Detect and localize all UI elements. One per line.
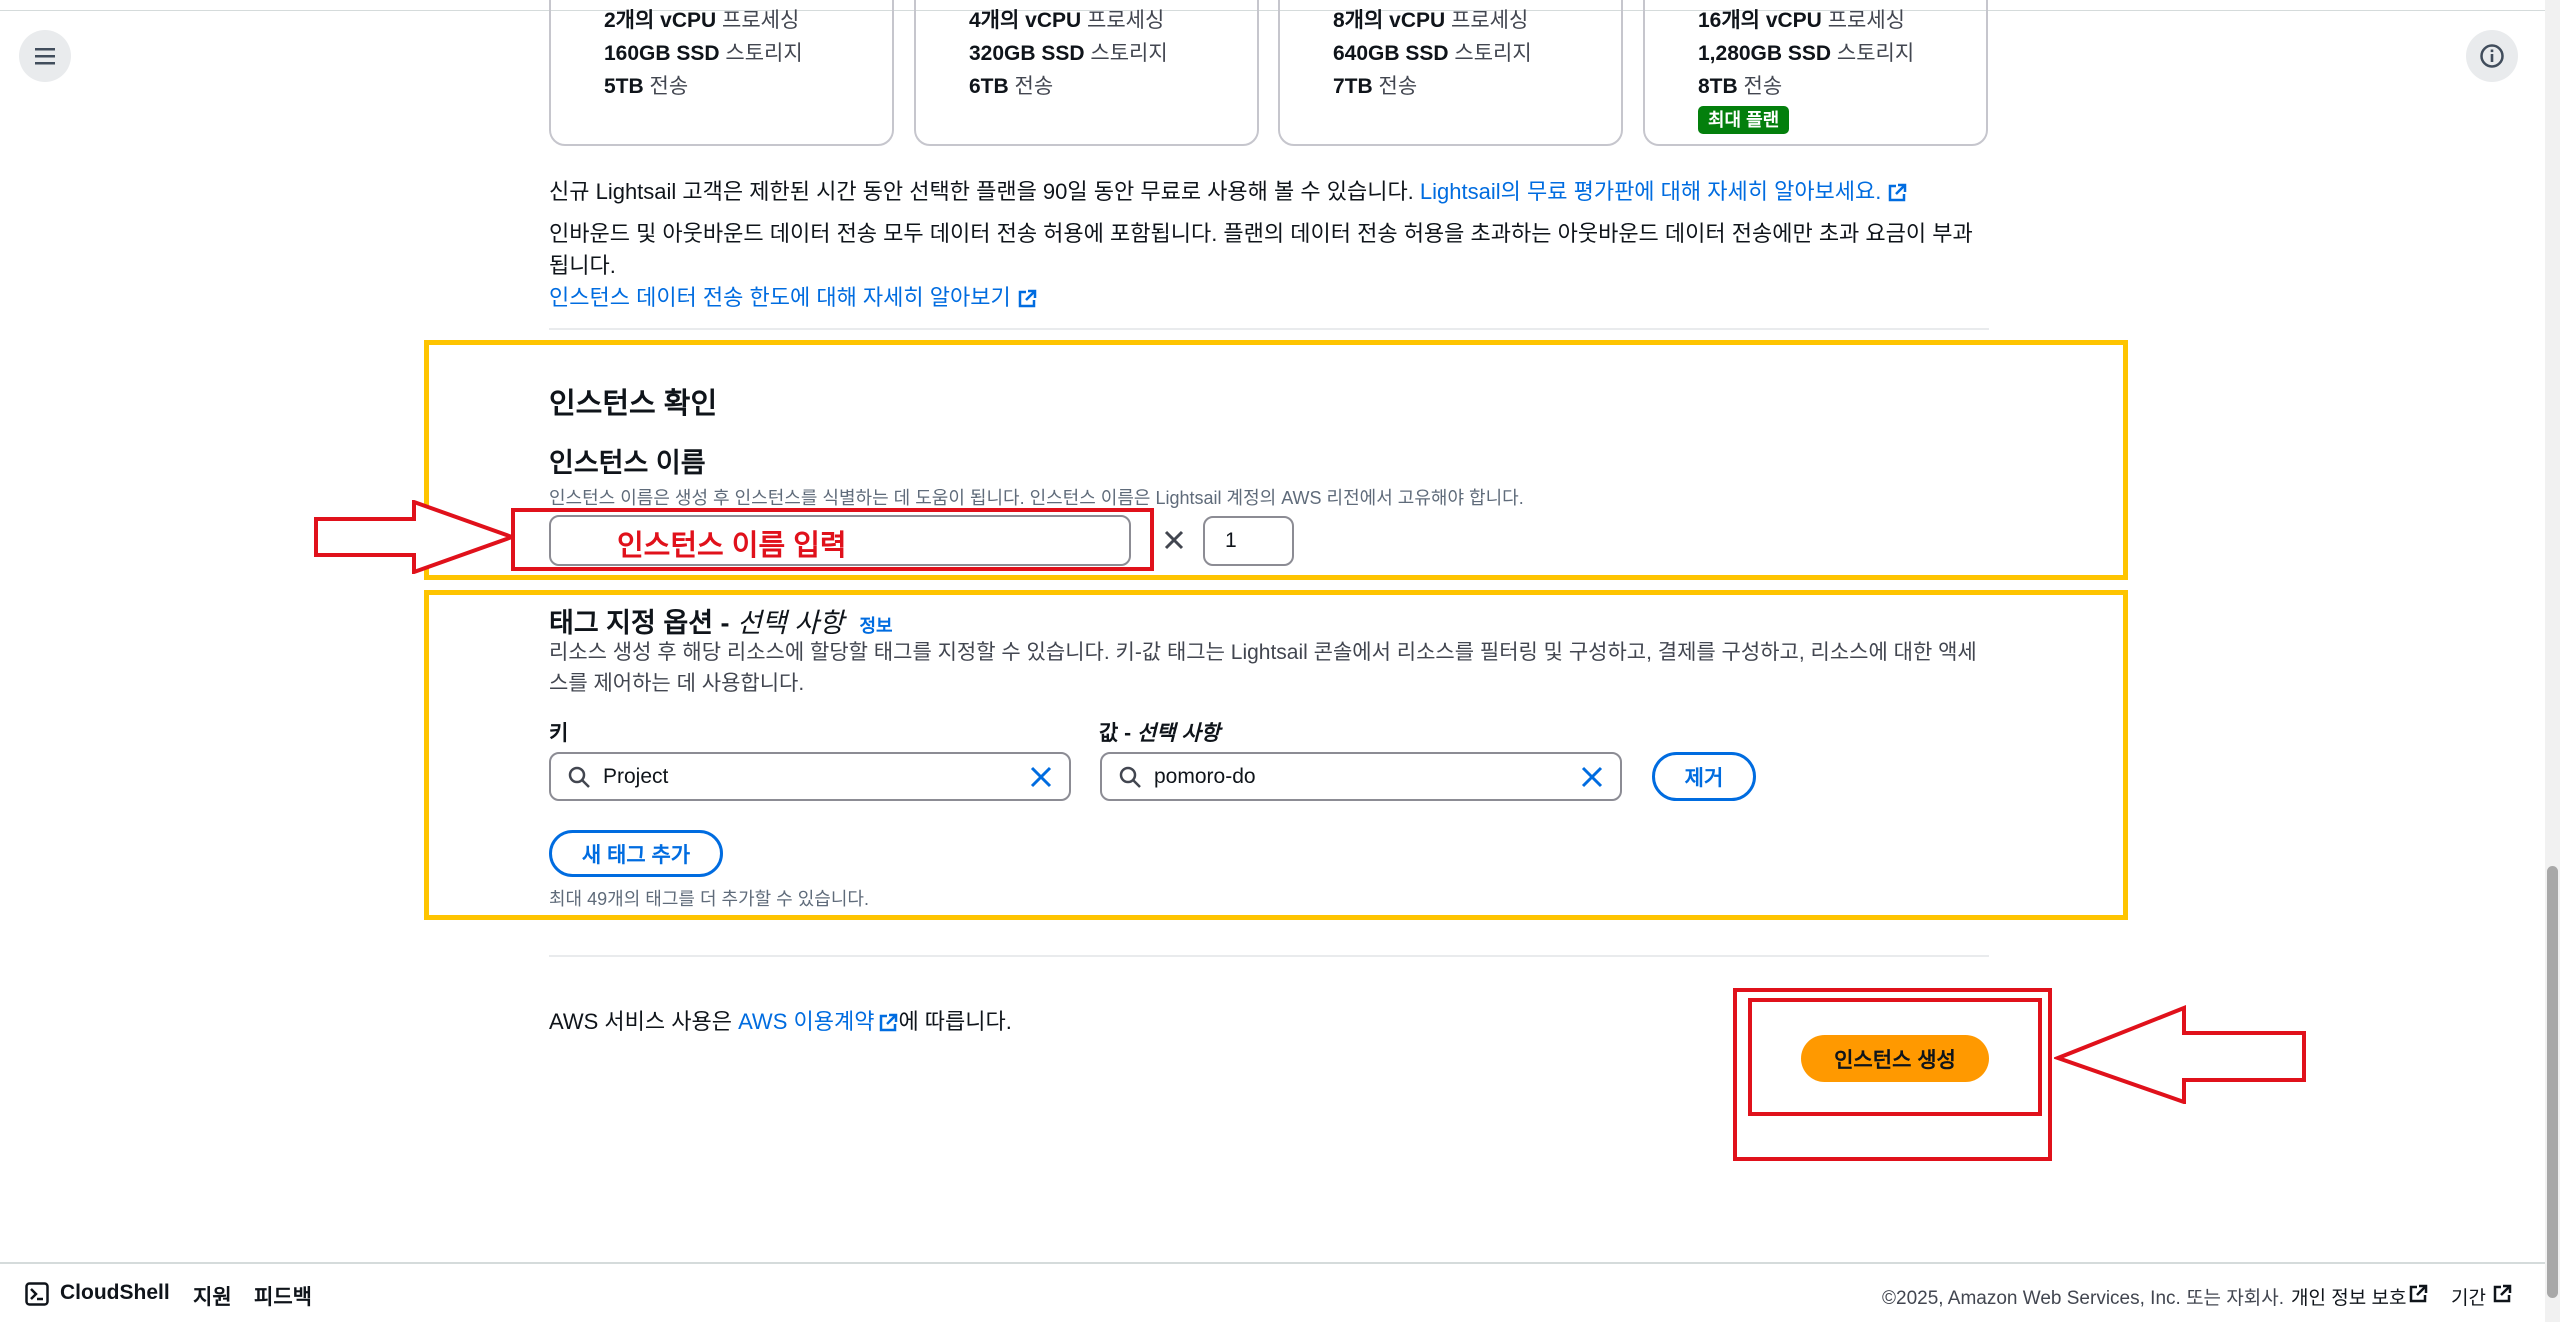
- plan-card-4[interactable]: 16개의 vCPU 프로세싱 1,280GB SSD 스토리지 8TB 전송 최…: [1643, 0, 1988, 146]
- instance-name-description: 인스턴스 이름은 생성 후 인스턴스를 식별하는 데 도움이 됩니다. 인스턴스…: [549, 488, 1524, 508]
- external-link-icon: [880, 1013, 898, 1032]
- info-panel-button[interactable]: [2466, 30, 2518, 82]
- plan-storage: 160GB SSD 스토리지: [604, 42, 803, 65]
- external-link-icon: [1018, 289, 1036, 308]
- external-link-icon: [2493, 1284, 2512, 1303]
- plan-transfer: 6TB 전송: [969, 75, 1054, 98]
- terms-note: AWS 서비스 사용은 AWS 이용계약 에 따릅니다.: [549, 1009, 1012, 1034]
- plan-transfer: 5TB 전송: [604, 75, 689, 98]
- clear-key-icon[interactable]: [1029, 765, 1053, 789]
- instance-name-label: 인스턴스 이름: [549, 448, 706, 478]
- cloudshell-icon: [25, 1282, 49, 1306]
- free-tier-note: 신규 Lightsail 고객은 제한된 시간 동안 선택한 플랜을 90일 동…: [549, 176, 1989, 208]
- confirm-heading: 인스턴스 확인: [549, 388, 718, 420]
- plan-card-2[interactable]: 4개의 vCPU 프로세싱 320GB SSD 스토리지 6TB 전송: [914, 0, 1259, 146]
- annotation-label: 인스턴스 이름 입력: [617, 530, 847, 562]
- free-tier-link[interactable]: Lightsail의 무료 평가판에 대해 자세히 알아보세요.: [1420, 179, 1881, 204]
- cloudshell-button[interactable]: CloudShell: [60, 1281, 170, 1305]
- add-tag-button[interactable]: 새 태그 추가: [549, 830, 723, 877]
- transfer-limit-link[interactable]: 인스턴스 데이터 전송 한도에 대해 자세히 알아보기: [549, 285, 1011, 310]
- privacy-link[interactable]: 개인 정보 보호: [2291, 1283, 2406, 1310]
- annotation-arrow-left: [2054, 1005, 2306, 1104]
- multiply-icon: [1164, 530, 1184, 550]
- search-icon: [568, 766, 590, 788]
- remove-tag-button[interactable]: 제거: [1652, 752, 1756, 801]
- info-icon: [2480, 44, 2504, 68]
- plan-storage: 640GB SSD 스토리지: [1333, 42, 1532, 65]
- console-footer: CloudShell 지원 피드백 ©2025, Amazon Web Serv…: [0, 1262, 2545, 1324]
- tag-value-input[interactable]: pomoro-do: [1100, 752, 1622, 801]
- plan-storage: 320GB SSD 스토리지: [969, 42, 1168, 65]
- max-plan-badge: 최대 플랜: [1698, 106, 1790, 134]
- aws-terms-link[interactable]: AWS 이용계약: [738, 1009, 874, 1034]
- external-link-icon: [1889, 183, 1907, 202]
- tags-description: 리소스 생성 후 해당 리소스에 할당할 태그를 지정할 수 있습니다. 키-값…: [549, 641, 1977, 695]
- tag-key-label: 키: [549, 722, 569, 745]
- plan-vcpu: 4개의 vCPU 프로세싱: [969, 9, 1165, 32]
- menu-button[interactable]: [19, 30, 71, 82]
- annotation-arrow-right: [314, 500, 514, 574]
- plan-vcpu: 8개의 vCPU 프로세싱: [1333, 9, 1529, 32]
- plan-card-3[interactable]: 8개의 vCPU 프로세싱 640GB SSD 스토리지 7TB 전송: [1278, 0, 1623, 146]
- top-divider: [0, 0, 2545, 11]
- plan-transfer: 8TB 전송: [1698, 75, 1783, 98]
- support-link[interactable]: 지원: [193, 1281, 232, 1311]
- section-divider: [549, 328, 1989, 330]
- plan-vcpu: 16개의 vCPU 프로세싱: [1698, 9, 1905, 32]
- tags-info-link[interactable]: 정보: [859, 616, 892, 636]
- clear-value-icon[interactable]: [1580, 765, 1604, 789]
- tags-heading: 태그 지정 옵션 - 선택 사항 정보: [549, 608, 893, 638]
- section-divider: [549, 955, 1989, 957]
- plan-card-1[interactable]: 2개의 vCPU 프로세싱 160GB SSD 스토리지 5TB 전송: [549, 0, 894, 146]
- feedback-link[interactable]: 피드백: [254, 1281, 312, 1311]
- copyright-text: ©2025, Amazon Web Services, Inc. 또는 자회사.: [1882, 1288, 2285, 1309]
- external-link-icon: [2409, 1284, 2428, 1303]
- tag-value-label: 값 - 선택 사항: [1099, 722, 1221, 745]
- create-instance-button[interactable]: 인스턴스 생성: [1801, 1035, 1989, 1082]
- plan-transfer: 7TB 전송: [1333, 75, 1418, 98]
- scrollbar-thumb[interactable]: [2547, 866, 2558, 1298]
- tag-key-input[interactable]: Project: [549, 752, 1071, 801]
- search-icon: [1119, 766, 1141, 788]
- instance-count-input[interactable]: 1: [1203, 516, 1294, 566]
- terms-footer-link[interactable]: 기간: [2451, 1283, 2486, 1310]
- plan-vcpu: 2개의 vCPU 프로세싱: [604, 9, 800, 32]
- transfer-note: 인바운드 및 아웃바운드 데이터 전송 모두 데이터 전송 허용에 포함됩니다.…: [549, 221, 1973, 310]
- menu-icon: [35, 48, 55, 65]
- tag-limit-note: 최대 49개의 태그를 더 추가할 수 있습니다.: [549, 889, 869, 909]
- plan-storage: 1,280GB SSD 스토리지: [1698, 42, 1915, 65]
